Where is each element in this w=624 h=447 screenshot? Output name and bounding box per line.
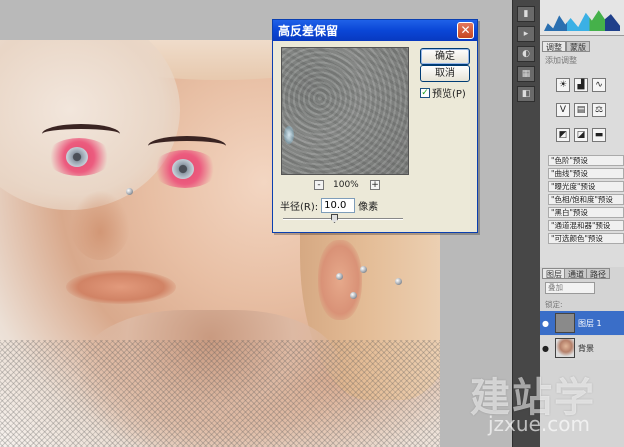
curves-icon[interactable]: ∿ <box>592 78 606 92</box>
color-balance-icon[interactable]: ⚖ <box>592 103 606 117</box>
gradient-map-icon[interactable]: ▬ <box>592 128 606 142</box>
ear-piercing <box>350 292 357 299</box>
hue-saturation-icon[interactable]: ▤ <box>574 103 588 117</box>
nose-piercing <box>126 188 133 195</box>
brightness-icon[interactable]: ☀ <box>556 78 570 92</box>
layer-name: 背景 <box>578 343 594 353</box>
zoom-in-button[interactable]: + <box>370 180 380 190</box>
close-icon[interactable]: ✕ <box>457 22 474 39</box>
cancel-button[interactable]: 取消 <box>420 65 470 82</box>
layer-name: 图层 1 <box>578 318 602 328</box>
layer-row[interactable]: ● 图层 1 <box>540 311 624 335</box>
iris <box>66 147 88 167</box>
checkbox-check-icon[interactable]: ✓ <box>420 87 430 98</box>
adjustment-tool-row: ☀ ▟ ∿ <box>556 78 606 92</box>
preview-texture <box>282 48 408 174</box>
zoom-level: 100% <box>333 180 359 190</box>
high-pass-dialog: 高反差保留 ✕ - 100% + 确定 取消 ✓ 预览(P) 半径(R): 像素 <box>272 19 478 233</box>
navigator-icon[interactable]: ▸ <box>517 26 535 42</box>
ear-piercing <box>360 266 367 273</box>
layer-thumbnail <box>555 338 575 358</box>
ear-piercing <box>336 273 343 280</box>
photoshop-window: 高反差保留 ✕ - 100% + 确定 取消 ✓ 预览(P) 半径(R): 像素… <box>0 0 624 447</box>
preset-item[interactable]: "色相/饱和度"预设 <box>548 194 624 205</box>
watermark-url: jzxue.com <box>488 412 590 436</box>
levels-icon[interactable]: ▟ <box>574 78 588 92</box>
preset-item[interactable]: "曝光度"预设 <box>548 181 624 192</box>
radius-row: 半径(R): 像素 <box>280 198 378 213</box>
radius-label: 半径(R): <box>280 202 319 213</box>
layer-row[interactable]: ● 背景 <box>540 336 624 360</box>
invert-icon[interactable]: ◩ <box>556 128 570 142</box>
preview-checkbox[interactable]: ✓ 预览(P) <box>420 85 466 100</box>
color-icon[interactable]: ◐ <box>517 46 535 62</box>
preset-item[interactable]: "黑白"预设 <box>548 207 624 218</box>
filter-preview[interactable] <box>281 47 409 175</box>
ok-button[interactable]: 确定 <box>420 48 470 65</box>
preset-item[interactable]: "曲线"预设 <box>548 168 624 179</box>
radius-unit: 像素 <box>358 202 379 213</box>
zoom-out-button[interactable]: - <box>314 180 324 190</box>
lips <box>66 270 176 304</box>
histogram-graph <box>544 10 620 31</box>
ear <box>318 240 362 320</box>
preview-label: 预览(P) <box>432 89 466 100</box>
preset-item[interactable]: "色阶"预设 <box>548 155 624 166</box>
eyelash <box>148 136 226 156</box>
swatches-icon[interactable]: ▦ <box>517 66 535 82</box>
styles-icon[interactable]: ◧ <box>517 86 535 102</box>
eye-icon[interactable]: ● <box>542 319 552 328</box>
iris <box>172 159 194 179</box>
preview-highlight <box>284 126 294 144</box>
eye-icon[interactable]: ● <box>542 344 552 353</box>
tab-masks[interactable]: 蒙版 <box>566 41 590 52</box>
histogram-icon[interactable]: ▮ <box>517 6 535 22</box>
histogram-panel <box>540 0 624 36</box>
radius-slider[interactable] <box>283 214 403 223</box>
left-eye <box>42 124 120 176</box>
tab-paths[interactable]: 路径 <box>586 268 610 279</box>
eyelash <box>42 124 120 144</box>
ear-piercing <box>395 278 402 285</box>
blend-mode-select[interactable]: 叠加 <box>545 282 595 294</box>
tab-channels[interactable]: 通道 <box>564 268 588 279</box>
vibrance-icon[interactable]: V <box>556 103 570 117</box>
tab-layers[interactable]: 图层 <box>542 268 566 279</box>
slider-thumb[interactable] <box>331 214 338 223</box>
posterize-icon[interactable]: ◪ <box>574 128 588 142</box>
tab-adjustments[interactable]: 调整 <box>542 41 566 52</box>
add-adjustment-label: 添加调整 <box>545 56 577 65</box>
preset-item[interactable]: "通道混和器"预设 <box>548 220 624 231</box>
preset-item[interactable]: "可选颜色"预设 <box>548 233 624 244</box>
dialog-titlebar[interactable]: 高反差保留 <box>273 20 477 41</box>
radius-input[interactable] <box>321 198 356 213</box>
right-eye <box>148 136 226 188</box>
nose <box>70 190 130 260</box>
adjustment-tool-row: ◩ ◪ ▬ <box>556 128 606 142</box>
dialog-title: 高反差保留 <box>278 24 339 38</box>
layer-thumbnail <box>555 313 575 333</box>
adjustment-tool-row: V ▤ ⚖ <box>556 103 606 117</box>
lock-label: 锁定: <box>545 300 563 309</box>
lace-veil <box>0 340 440 447</box>
